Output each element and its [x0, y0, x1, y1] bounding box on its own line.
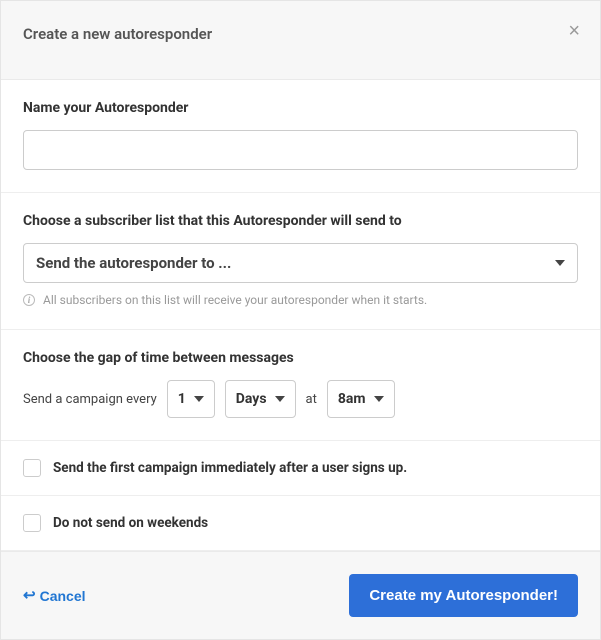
close-icon[interactable]: × [568, 21, 580, 41]
chevron-down-icon [194, 396, 204, 402]
frequency-unit-value: Days [236, 391, 267, 407]
list-hint-text: All subscribers on this list will receiv… [43, 293, 427, 307]
send-first-immediately-label: Send the first campaign immediately afte… [53, 460, 407, 476]
frequency-count-select[interactable]: 1 [167, 380, 215, 418]
no-weekends-label: Do not send on weekends [53, 515, 208, 531]
frequency-time-value: 8am [338, 391, 366, 407]
create-autoresponder-button[interactable]: Create my Autoresponder! [349, 574, 578, 617]
info-icon: i [23, 294, 35, 306]
name-section: Name your Autoresponder [1, 80, 600, 193]
list-label: Choose a subscriber list that this Autor… [23, 213, 578, 229]
cancel-label: Cancel [40, 588, 86, 604]
frequency-unit-select[interactable]: Days [225, 380, 296, 418]
list-selected-value: Send the autoresponder to ... [36, 254, 231, 272]
send-first-immediately-row: Send the first campaign immediately afte… [1, 441, 600, 496]
gap-at-label: at [306, 392, 317, 407]
create-autoresponder-modal: Create a new autoresponder × Name your A… [0, 0, 601, 640]
frequency-count-value: 1 [178, 391, 186, 407]
reply-icon: ↩ [23, 588, 36, 603]
cancel-button[interactable]: ↩ Cancel [23, 588, 86, 604]
modal-header: Create a new autoresponder × [1, 1, 600, 80]
send-first-immediately-checkbox[interactable] [23, 459, 41, 477]
modal-title: Create a new autoresponder [23, 25, 578, 43]
no-weekends-checkbox[interactable] [23, 514, 41, 532]
gap-section: Choose the gap of time between messages … [1, 330, 600, 441]
autoresponder-name-input[interactable] [23, 130, 578, 170]
gap-label: Choose the gap of time between messages [23, 350, 578, 366]
chevron-down-icon [275, 396, 285, 402]
subscriber-list-select[interactable]: Send the autoresponder to ... [23, 243, 578, 283]
list-section: Choose a subscriber list that this Autor… [1, 193, 600, 330]
chevron-down-icon [374, 396, 384, 402]
gap-prefix: Send a campaign every [23, 392, 157, 407]
list-hint-row: i All subscribers on this list will rece… [23, 293, 578, 307]
modal-footer: ↩ Cancel Create my Autoresponder! [1, 551, 600, 639]
chevron-down-icon [555, 260, 565, 266]
name-label: Name your Autoresponder [23, 100, 578, 116]
frequency-time-select[interactable]: 8am [327, 380, 395, 418]
no-weekends-row: Do not send on weekends [1, 496, 600, 551]
gap-controls: Send a campaign every 1 Days at 8am [23, 380, 578, 418]
